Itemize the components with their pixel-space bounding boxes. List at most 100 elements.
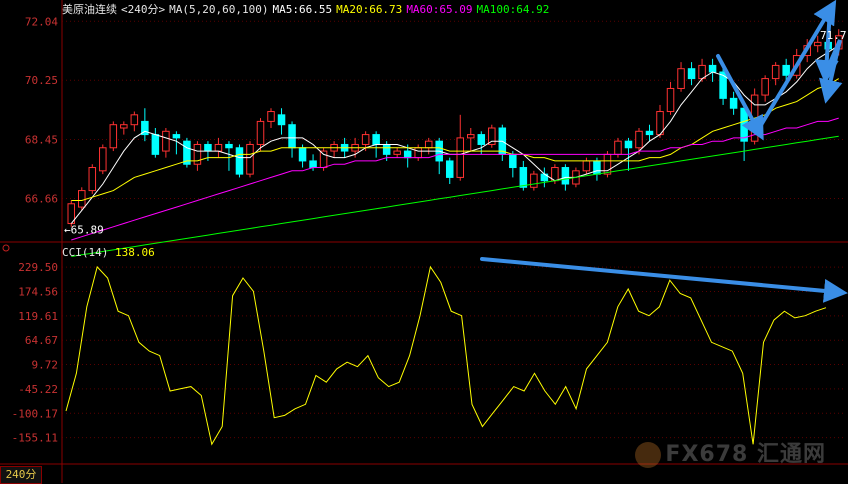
candle-body — [530, 173, 538, 188]
candle — [225, 141, 233, 171]
cci-divergence-arrow — [480, 257, 848, 303]
candle — [582, 157, 591, 175]
price-panel-header: 美原油连续 <240分> MA(5,20,60,100) MA5:66.55 MA20:… — [62, 1, 553, 17]
candle-body — [509, 153, 517, 169]
cci-panel-header: CCI(14) 138.06 — [62, 246, 155, 259]
candle — [183, 137, 191, 168]
cci-tick-label: -45.22 — [18, 383, 58, 396]
candle-body — [761, 78, 769, 96]
candle — [467, 128, 475, 152]
period-label[interactable]: <240分> — [121, 3, 165, 16]
candle — [488, 124, 496, 148]
candle-body — [708, 64, 717, 73]
candle — [708, 58, 717, 82]
up-arrow — [756, 0, 837, 132]
symbol-title: 美原油连续 — [62, 3, 117, 16]
candle — [456, 114, 465, 181]
candle-body — [582, 160, 591, 172]
candle — [414, 144, 422, 161]
candle-body — [288, 124, 296, 149]
candle-body — [445, 160, 454, 178]
candle — [530, 170, 538, 191]
cci-label[interactable]: CCI(14) — [62, 246, 108, 259]
price-tick-label: 66.66 — [25, 192, 58, 205]
cci-tick-label: 9.72 — [32, 359, 59, 372]
candle — [435, 137, 443, 175]
candle-body — [740, 107, 748, 142]
price-axis: 72.04 70.25 68.45 66.66 — [25, 15, 846, 205]
candle-body — [403, 150, 412, 159]
candle — [277, 108, 286, 135]
candle — [656, 104, 664, 138]
cci-tick-label: 229.50 — [18, 261, 58, 274]
cci-tick-label: 174.56 — [18, 285, 58, 298]
candle-body — [645, 130, 654, 136]
candle-body — [666, 87, 675, 113]
candle-body — [204, 143, 212, 152]
candle — [687, 62, 696, 86]
cci-line — [65, 265, 827, 446]
candle-body — [488, 127, 496, 145]
candle — [267, 108, 275, 128]
ma-params[interactable]: MA(5,20,60,100) — [169, 3, 268, 16]
candle — [540, 167, 549, 188]
candle — [120, 121, 128, 135]
candle-body — [424, 140, 433, 149]
chart-canvas: 72.04 70.25 68.45 66.66 229.50 174.56 119.61 6… — [0, 0, 848, 483]
candle — [141, 108, 149, 142]
candle-body — [267, 111, 275, 122]
high-price-label: 71.7 — [820, 29, 847, 42]
candle-body — [130, 114, 139, 126]
candle-body — [624, 140, 633, 149]
candle-body — [467, 134, 475, 139]
candle — [109, 121, 118, 152]
ma20-value: MA20:66.73 — [336, 3, 403, 16]
candle-body — [246, 143, 254, 175]
candle — [603, 151, 612, 178]
cci-tick-label: 64.67 — [25, 334, 58, 347]
candle-body — [456, 137, 465, 178]
candle — [88, 164, 97, 194]
candle-body — [214, 143, 223, 152]
candle-body — [88, 167, 97, 192]
candle-body — [782, 64, 790, 76]
candle — [445, 157, 454, 184]
candle — [214, 137, 223, 158]
fx678-logo-icon — [635, 442, 662, 468]
candle-body — [382, 143, 391, 155]
candle-body — [235, 147, 244, 175]
low-price-label: ←65.89 — [64, 223, 104, 236]
price-tick-label: 70.25 — [25, 74, 58, 87]
timeframe-button[interactable]: 240分 — [0, 466, 42, 484]
candle — [130, 111, 139, 132]
candle — [235, 144, 244, 178]
price-tick-label: 68.45 — [25, 134, 58, 147]
candle-body — [309, 160, 317, 169]
candle — [729, 91, 738, 115]
candle — [635, 128, 643, 155]
candle-body — [614, 140, 622, 155]
candle-body — [477, 134, 486, 145]
cci-axis: 229.50 174.56 119.61 64.67 9.72 -45.22 -100.17… — [12, 261, 846, 445]
watermark: FX678 汇通网 — [635, 436, 826, 468]
candle-body — [813, 41, 822, 47]
candle — [162, 128, 170, 158]
candle-body — [372, 134, 380, 145]
cci-series — [65, 265, 827, 446]
candle-body — [256, 120, 265, 145]
candle-body — [319, 150, 328, 169]
ma60-line — [71, 117, 839, 241]
candle — [193, 141, 202, 171]
candle — [151, 128, 160, 158]
ma5-value: MA5:66.55 — [272, 3, 333, 16]
ma100-value: MA100:64.92 — [476, 3, 550, 16]
candle-body — [561, 167, 570, 185]
candle-body — [298, 147, 307, 162]
candle — [393, 147, 401, 158]
candle-body — [519, 167, 528, 188]
watermark-text: FX678 汇通网 — [665, 442, 826, 467]
panel-dot-icon — [2, 244, 10, 252]
candle-body — [162, 130, 170, 152]
candle — [288, 121, 296, 158]
candle-body — [99, 147, 107, 172]
